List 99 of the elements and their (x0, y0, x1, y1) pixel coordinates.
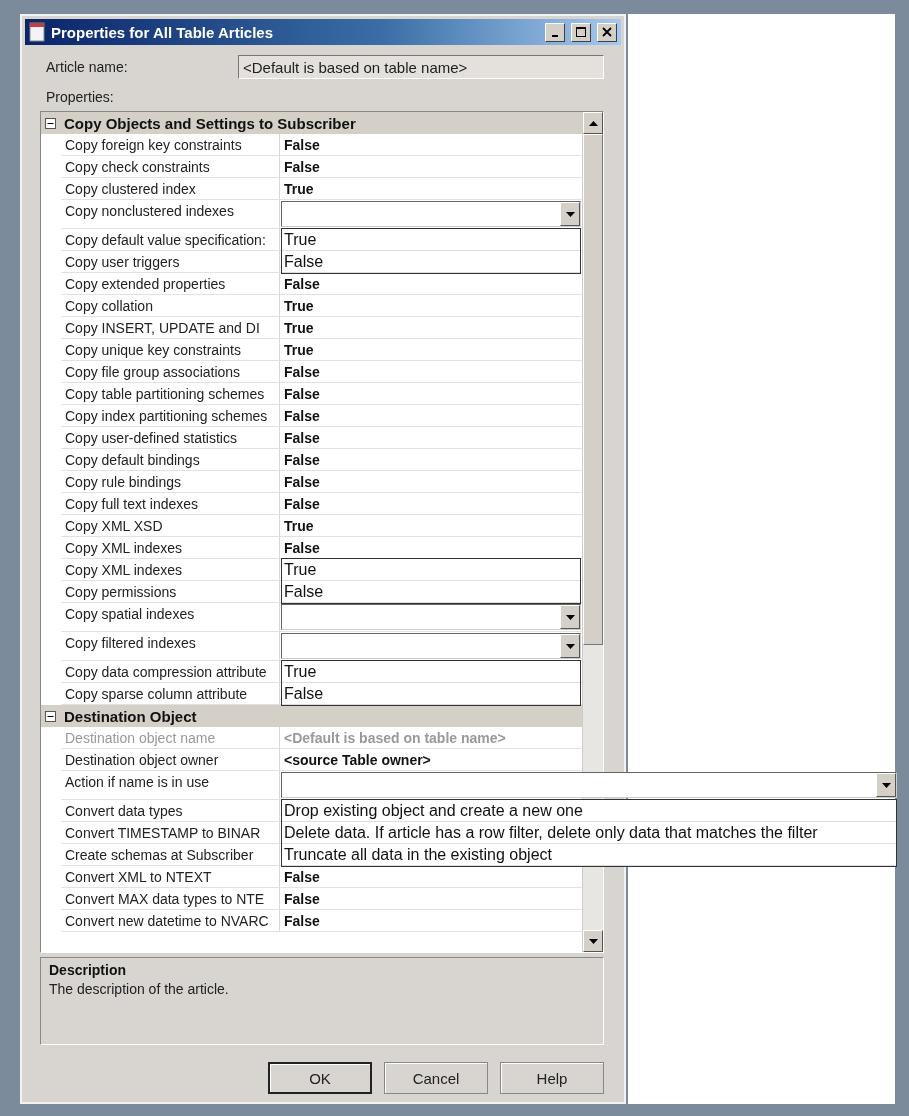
property-name: Copy index partitioning schemes (65, 408, 268, 424)
minimize-button[interactable] (545, 22, 565, 42)
property-value: False (284, 276, 320, 292)
dropdown-option[interactable]: True (282, 559, 580, 581)
property-name: Create schemas at Subscriber (65, 847, 254, 863)
property-name: Copy nonclustered indexes (65, 203, 234, 219)
caret-icon (565, 211, 575, 217)
property-value: True (284, 518, 314, 534)
property-value: False (284, 159, 320, 175)
dialog-button[interactable]: Help (500, 1062, 604, 1094)
property-value: False (284, 408, 320, 424)
collapse-icon[interactable] (45, 117, 56, 129)
caret-icon (565, 614, 575, 620)
description-title: Description (49, 962, 127, 978)
property-value: False (284, 869, 320, 885)
property-name: Copy check constraints (65, 159, 210, 175)
maximize-button[interactable] (571, 22, 591, 42)
property-name: Copy user-defined statistics (65, 430, 237, 446)
property-name: Action if name is in use (65, 774, 209, 790)
dropdown-field[interactable] (281, 633, 581, 659)
property-name: Copy file group associations (65, 364, 241, 380)
property-name: Convert TIMESTAMP to BINAR (65, 825, 261, 841)
dropdown-option[interactable]: Drop existing object and create a new one (282, 800, 896, 822)
caret-icon (565, 643, 575, 649)
property-name: Destination object owner (65, 752, 219, 768)
dropdown-option[interactable]: True (282, 229, 580, 251)
description-text: The description of the article. (49, 981, 230, 997)
dropdown-option[interactable]: Truncate all data in the existing object (282, 844, 896, 866)
property-value: True (284, 342, 314, 358)
property-name: Copy INSERT, UPDATE and DI (65, 320, 260, 336)
property-value: False (284, 474, 320, 490)
dialog-button[interactable]: OK (268, 1062, 372, 1094)
property-name: Copy XML indexes (65, 540, 182, 556)
dialog-button[interactable]: Cancel (384, 1062, 488, 1094)
property-name: Convert MAX data types to NTE (65, 891, 265, 907)
property-name: Convert data types (65, 803, 183, 819)
category-title: Destination Object (64, 707, 197, 725)
dropdown-option[interactable]: False (282, 581, 580, 603)
property-value: <Default is based on table name> (284, 730, 506, 746)
property-value: False (284, 430, 320, 446)
document-icon (29, 22, 45, 42)
property-name: Copy collation (65, 298, 153, 314)
scroll-down-icon[interactable] (588, 938, 598, 944)
dropdown-field[interactable] (281, 201, 581, 227)
property-name: Copy extended properties (65, 276, 226, 292)
property-name: Copy full text indexes (65, 496, 199, 512)
dropdown-button[interactable] (876, 773, 896, 797)
dropdown-option[interactable]: Delete data. If article has a row filter, delete only data that matches the filter (282, 822, 896, 844)
close-icon (602, 27, 612, 37)
window-title: Properties for All Table Articles (51, 23, 274, 41)
property-value: <source Table owner> (284, 752, 431, 768)
property-value: False (284, 137, 320, 153)
property-name: Copy table partitioning schemes (65, 386, 265, 402)
property-name: Copy foreign key constraints (65, 137, 242, 153)
property-name: Copy default bindings (65, 452, 200, 468)
maximize-icon (576, 27, 586, 37)
property-value: False (284, 452, 320, 468)
property-name: Destination object name (65, 730, 216, 746)
property-value: False (284, 913, 320, 929)
property-name: Copy permissions (65, 584, 177, 600)
category-title: Copy Objects and Settings to Subscriber (64, 114, 356, 132)
dropdown-field[interactable] (281, 604, 581, 630)
property-name: Copy spatial indexes (65, 606, 195, 622)
dropdown-option[interactable]: True (282, 661, 580, 683)
property-name: Copy default value specification: (65, 232, 266, 248)
property-name: Copy XML indexes (65, 562, 182, 578)
property-name: Copy rule bindings (65, 474, 181, 490)
dropdown-button[interactable] (560, 605, 580, 629)
property-value: False (284, 386, 320, 402)
dropdown-button[interactable] (560, 202, 580, 226)
property-name: Copy filtered indexes (65, 635, 196, 651)
property-name: Copy user triggers (65, 254, 180, 270)
collapse-icon[interactable] (45, 710, 56, 722)
scroll-thumb[interactable] (583, 134, 603, 646)
property-name: Convert XML to NTEXT (65, 869, 212, 885)
minimize-icon (552, 35, 558, 37)
dropdown-button[interactable] (560, 634, 580, 658)
property-name: Convert new datetime to NVARC (65, 913, 269, 929)
properties-label: Properties: (46, 89, 115, 105)
dropdown-field[interactable] (281, 772, 897, 798)
close-button[interactable] (597, 22, 617, 42)
property-value: True (284, 181, 314, 197)
property-value: True (284, 320, 314, 336)
caret-icon (881, 782, 891, 788)
property-value: False (284, 496, 320, 512)
dropdown-option[interactable]: False (282, 251, 580, 273)
scroll-up-icon[interactable] (588, 120, 598, 126)
property-name: Copy sparse column attribute (65, 686, 248, 702)
property-value: False (284, 891, 320, 907)
article-name-field[interactable]: <Default is based on table name> (238, 55, 604, 79)
property-value: False (284, 364, 320, 380)
property-name: Copy clustered index (65, 181, 196, 197)
article-name-label: Article name: (46, 59, 128, 75)
property-name: Copy XML XSD (65, 518, 163, 534)
property-value: False (284, 540, 320, 556)
property-name: Copy unique key constraints (65, 342, 241, 358)
dropdown-option[interactable]: False (282, 683, 580, 705)
property-value: True (284, 298, 314, 314)
property-name: Copy data compression attribute (65, 664, 267, 680)
